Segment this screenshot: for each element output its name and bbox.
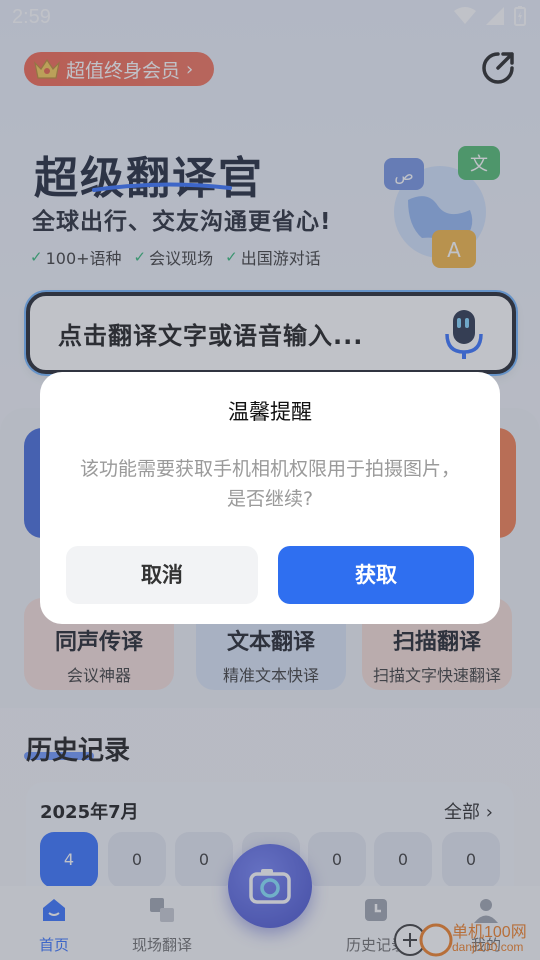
dialog-title: 温馨提醒 — [228, 400, 312, 424]
dialog-message: 该功能需要获取手机相机权限用于拍摄图片，是否继续? — [79, 458, 460, 510]
permission-dialog: 温馨提醒 该功能需要获取手机相机权限用于拍摄图片，是否继续? 取消 获取 — [40, 372, 500, 624]
confirm-button[interactable]: 获取 — [278, 546, 474, 604]
cancel-button[interactable]: 取消 — [66, 546, 258, 604]
